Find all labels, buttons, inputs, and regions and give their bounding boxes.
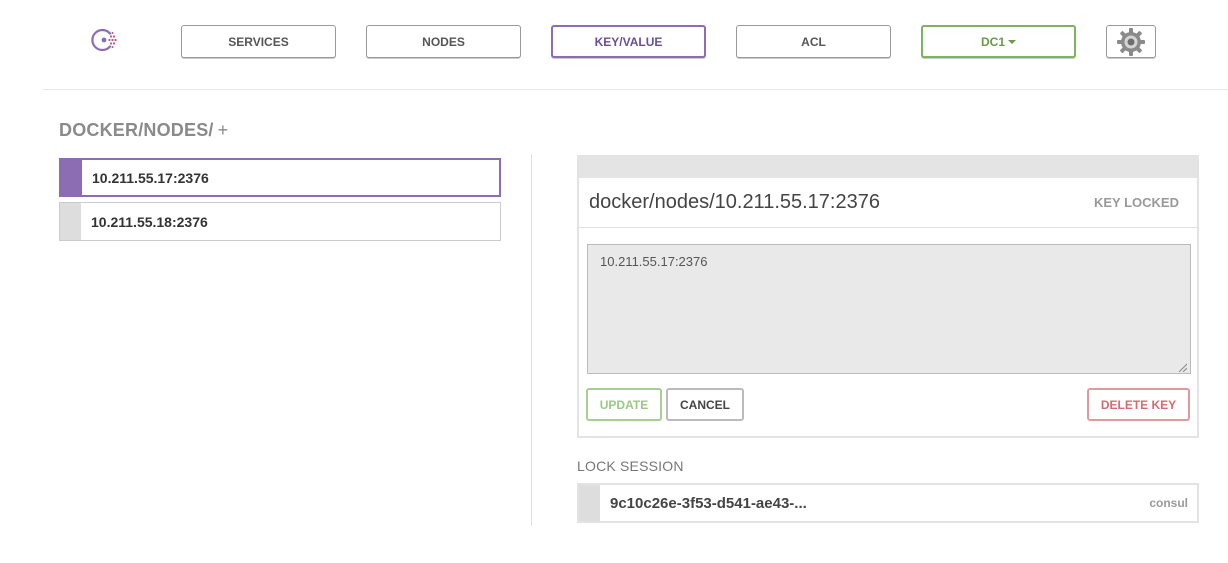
lock-session-heading: LOCK SESSION: [577, 458, 684, 474]
delete-key-button[interactable]: DELETE KEY: [1087, 388, 1190, 421]
header-divider: [43, 89, 1228, 90]
lock-session-item[interactable]: 9c10c26e-3f53-d541-ae43-... consul: [577, 483, 1199, 523]
settings-button[interactable]: [1106, 25, 1156, 58]
key-list-item[interactable]: 10.211.55.18:2376: [59, 202, 501, 241]
key-list-item-label: 10.211.55.17:2376: [92, 169, 209, 186]
breadcrumb-path[interactable]: DOCKER/NODES/: [59, 120, 214, 140]
nav-acl-button[interactable]: ACL: [736, 25, 891, 58]
key-status-swatch: [60, 203, 81, 240]
chevron-down-icon: [1008, 39, 1016, 44]
column-divider: [531, 154, 532, 526]
nav-key-value-button[interactable]: KEY/VALUE: [551, 25, 706, 58]
nav-services-button[interactable]: SERVICES: [181, 25, 336, 58]
breadcrumb: DOCKER/NODES/+: [59, 120, 228, 141]
gear-icon: [1117, 27, 1145, 56]
add-key-button[interactable]: +: [218, 120, 229, 140]
session-status-swatch: [579, 485, 600, 521]
datacenter-dropdown[interactable]: DC1: [921, 25, 1076, 58]
cancel-button[interactable]: CANCEL: [666, 388, 744, 421]
key-value-textarea[interactable]: 10.211.55.17:2376: [587, 244, 1191, 374]
panel-top-bar: [579, 157, 1197, 178]
session-node: consul: [1149, 496, 1188, 510]
nav-nodes-button[interactable]: NODES: [366, 25, 521, 58]
consul-logo-icon[interactable]: [88, 24, 120, 56]
key-title: docker/nodes/10.211.55.17:2376: [589, 191, 880, 213]
key-status-swatch: [61, 160, 82, 195]
key-editor-panel: docker/nodes/10.211.55.17:2376 KEY LOCKE…: [577, 155, 1199, 438]
key-locked-badge: KEY LOCKED: [1094, 195, 1179, 210]
datacenter-label: DC1: [980, 34, 1005, 49]
resize-handle-icon[interactable]: [1177, 362, 1187, 372]
update-button[interactable]: UPDATE: [586, 388, 662, 421]
panel-header: docker/nodes/10.211.55.17:2376 KEY LOCKE…: [579, 178, 1197, 228]
key-list-item[interactable]: 10.211.55.17:2376: [59, 158, 501, 197]
key-list-item-label: 10.211.55.18:2376: [91, 213, 208, 230]
session-id: 9c10c26e-3f53-d541-ae43-...: [610, 494, 807, 512]
